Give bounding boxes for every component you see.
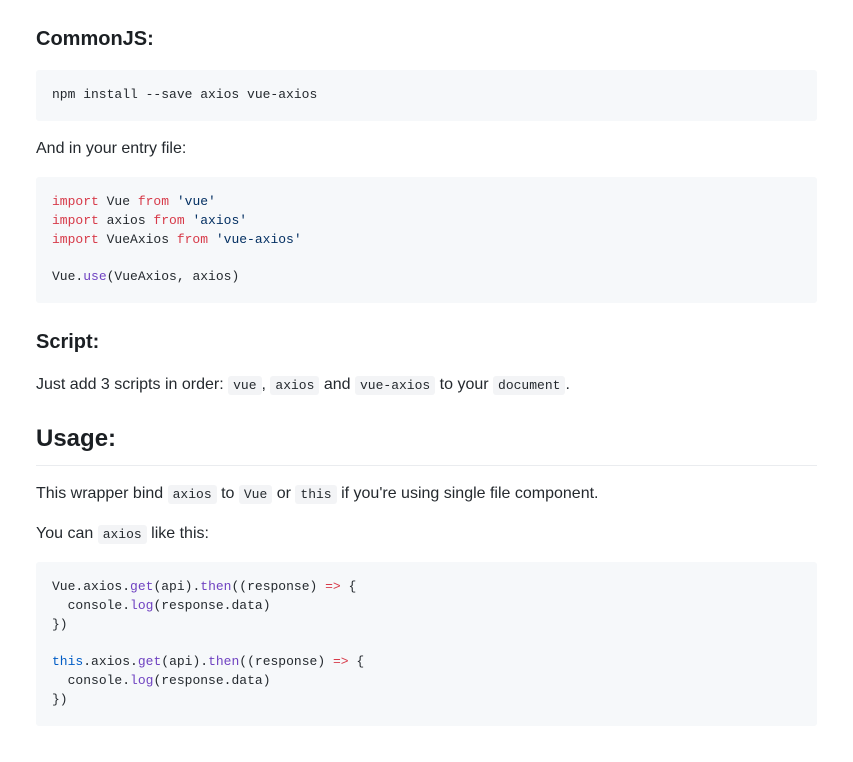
text: to your — [435, 376, 493, 393]
console: console — [68, 598, 123, 613]
string-literal: 'axios' — [185, 213, 247, 228]
code-text: . — [122, 673, 130, 688]
code-text: ) — [263, 598, 271, 613]
inline-code-this: this — [295, 485, 336, 504]
code-text: . — [130, 654, 138, 669]
code-text: }) — [52, 692, 68, 707]
code-text: . — [83, 654, 91, 669]
code-text: npm install --save axios vue-axios — [52, 87, 317, 102]
code-block-imports: import Vue from 'vue' import axios from … — [36, 177, 817, 303]
function-name: get — [138, 654, 161, 669]
code-text: Vue. — [52, 579, 83, 594]
inline-code-vue: Vue — [239, 485, 272, 504]
code-text: ) — [310, 579, 326, 594]
paragraph-wrapper: This wrapper bind axios to Vue or this i… — [36, 482, 817, 506]
keyword-from: from — [153, 213, 184, 228]
inline-code-vue: vue — [228, 376, 261, 395]
code-text: ( — [153, 673, 161, 688]
arrow-op: => — [325, 579, 341, 594]
code-text: Vue. — [52, 269, 83, 284]
code-text: ) — [317, 654, 333, 669]
param: response — [161, 673, 223, 688]
code-text: (( — [231, 579, 247, 594]
code-text: (api). — [161, 654, 208, 669]
param: response — [161, 598, 223, 613]
heading-usage: Usage: — [36, 421, 817, 466]
inline-code-vue-axios: vue-axios — [355, 376, 435, 395]
keyword-from: from — [138, 194, 169, 209]
code-text: }) — [52, 617, 68, 632]
property: data — [231, 598, 262, 613]
inline-code-axios: axios — [168, 485, 217, 504]
console: console — [68, 673, 123, 688]
code-text: (VueAxios, axios) — [107, 269, 240, 284]
function-name: log — [130, 673, 153, 688]
indent — [52, 673, 68, 688]
paragraph-script: Just add 3 scripts in order: vue, axios … — [36, 373, 817, 397]
function-name: get — [130, 579, 153, 594]
function-name: then — [208, 654, 239, 669]
text: or — [272, 485, 295, 502]
code-text: Vue — [99, 194, 138, 209]
heading-script: Script: — [36, 327, 817, 357]
keyword-this: this — [52, 654, 83, 669]
text: This wrapper bind — [36, 485, 168, 502]
inline-code-document: document — [493, 376, 565, 395]
code-text: axios — [99, 213, 154, 228]
text: like this: — [147, 525, 209, 542]
code-text: . — [122, 579, 130, 594]
text: You can — [36, 525, 98, 542]
text: to — [217, 485, 239, 502]
code-text: (( — [239, 654, 255, 669]
inline-code-axios: axios — [98, 525, 147, 544]
code-text: VueAxios — [99, 232, 177, 247]
code-text: . — [122, 598, 130, 613]
keyword-from: from — [177, 232, 208, 247]
text: . — [565, 376, 569, 393]
inline-code-axios: axios — [270, 376, 319, 395]
string-literal: 'vue-axios' — [208, 232, 302, 247]
code-text: { — [341, 579, 357, 594]
paragraph-youcan: You can axios like this: — [36, 522, 817, 546]
property: axios — [91, 654, 130, 669]
code-block-usage: Vue.axios.get(api).then((response) => { … — [36, 562, 817, 726]
code-block-npm: npm install --save axios vue-axios — [36, 70, 817, 121]
code-text: . — [224, 673, 232, 688]
function-name: use — [83, 269, 106, 284]
paragraph-entryfile: And in your entry file: — [36, 137, 817, 161]
text: Just add 3 scripts in order: — [36, 376, 228, 393]
indent — [52, 598, 68, 613]
keyword-import: import — [52, 213, 99, 228]
param: response — [255, 654, 317, 669]
keyword-import: import — [52, 194, 99, 209]
keyword-import: import — [52, 232, 99, 247]
code-text: (api). — [153, 579, 200, 594]
function-name: log — [130, 598, 153, 613]
param: response — [247, 579, 309, 594]
property: axios — [83, 579, 122, 594]
code-text: { — [349, 654, 365, 669]
function-name: then — [200, 579, 231, 594]
code-text: ) — [263, 673, 271, 688]
arrow-op: => — [333, 654, 349, 669]
text: if you're using single file component. — [337, 485, 599, 502]
string-literal: 'vue' — [169, 194, 216, 209]
heading-commonjs: CommonJS: — [36, 24, 817, 54]
text: and — [319, 376, 355, 393]
property: data — [231, 673, 262, 688]
